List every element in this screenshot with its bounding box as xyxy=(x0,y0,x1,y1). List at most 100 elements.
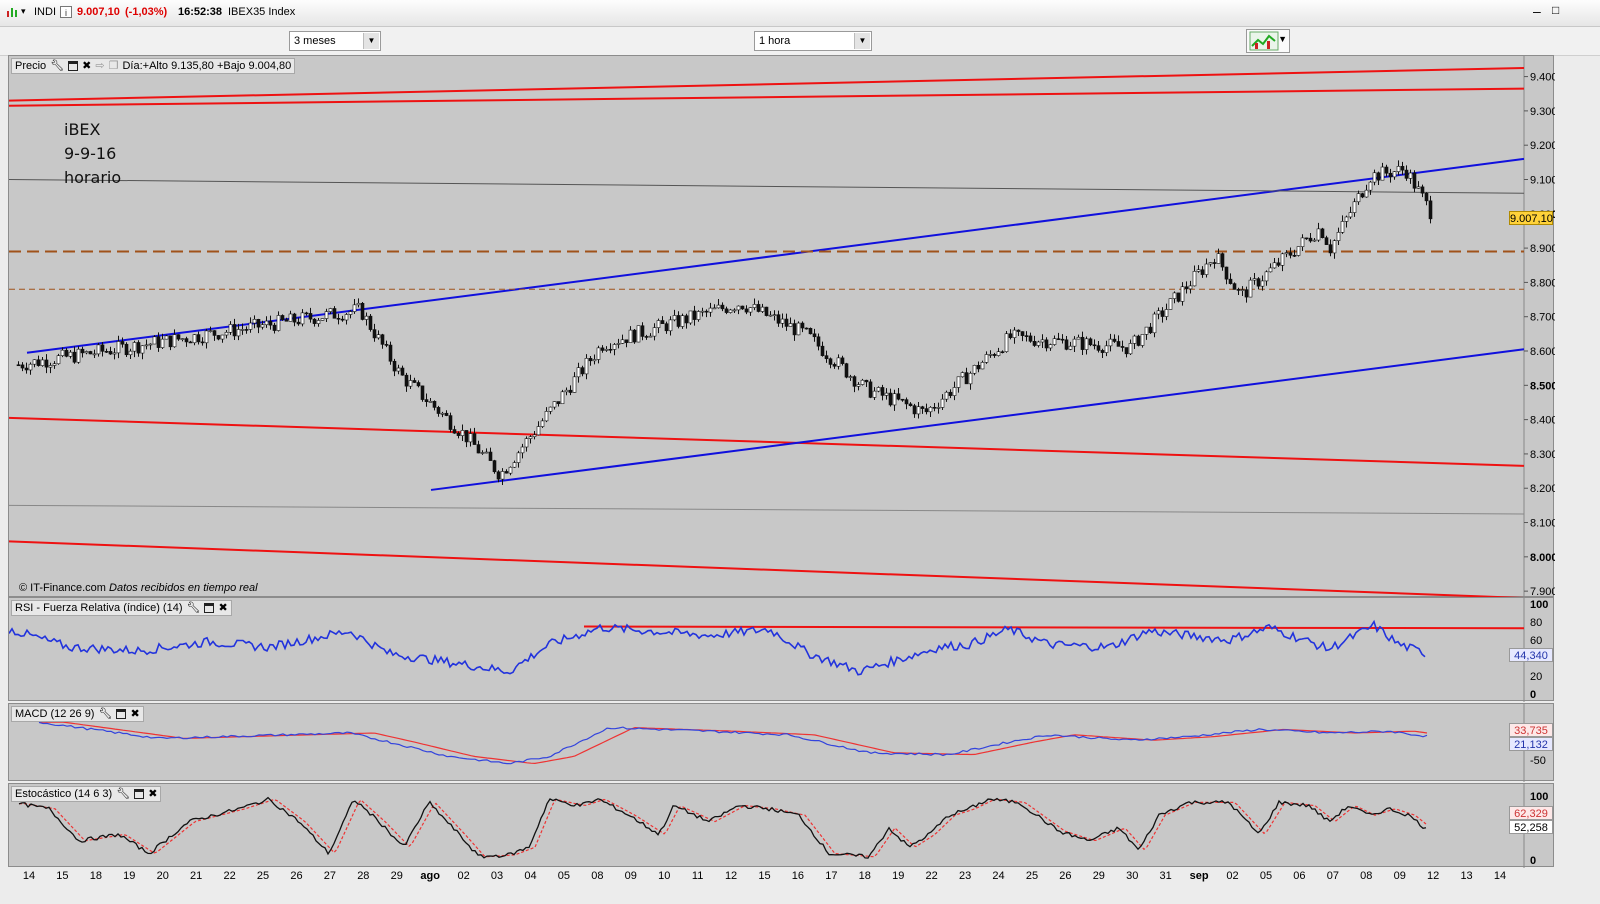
window-icon[interactable] xyxy=(68,61,79,71)
copyright-text: © IT-Finance.com xyxy=(19,582,106,594)
wrench-icon[interactable]: 🔧︎ xyxy=(187,601,201,615)
candle-body xyxy=(824,355,829,360)
wrench-icon[interactable]: 🔧︎ xyxy=(98,707,112,721)
candle-body xyxy=(968,372,973,385)
info-icon[interactable]: i xyxy=(60,6,72,18)
candle-body xyxy=(1328,244,1333,254)
candle-body xyxy=(96,344,101,355)
wrench-icon[interactable]: 🔧︎ xyxy=(50,59,64,73)
red-channel-middle xyxy=(9,416,1525,467)
candle-body xyxy=(732,309,737,312)
candle-body xyxy=(668,319,673,332)
candle-body xyxy=(1256,278,1261,287)
candle-body xyxy=(940,398,945,408)
candle-body xyxy=(428,401,433,403)
rsi-tick-label: 60 xyxy=(1530,635,1542,647)
close-icon[interactable]: ✖ xyxy=(82,59,91,73)
price-tick-label: 8.300 xyxy=(1530,449,1555,461)
candle-body xyxy=(256,318,261,328)
period-select[interactable]: 3 meses ▼ xyxy=(289,31,381,51)
candle-body xyxy=(392,360,397,372)
chevron-down-icon[interactable]: ▼ xyxy=(1278,34,1287,44)
dropdown-arrow-icon[interactable]: ▾ xyxy=(21,6,26,17)
candle-body xyxy=(672,315,677,321)
candle-body xyxy=(1220,253,1225,268)
close-icon[interactable]: ✖ xyxy=(218,601,227,615)
candle-body xyxy=(128,350,133,356)
copy-icon[interactable]: ❐ xyxy=(109,59,119,73)
x-axis-label: 15 xyxy=(758,870,771,882)
candle-body xyxy=(1284,252,1289,255)
x-axis-label: 27 xyxy=(323,870,336,882)
candle-body xyxy=(804,327,809,330)
candle-body xyxy=(688,310,693,324)
candle-body xyxy=(468,433,473,443)
stochastic-chart[interactable]: 1000 xyxy=(9,784,1555,868)
chevron-down-icon[interactable]: ▼ xyxy=(363,33,379,49)
candle-body xyxy=(432,401,437,408)
stochastic-panel[interactable]: 100 0 Estocástico (14 6 3) 🔧︎ ✖ 62,329 52… xyxy=(8,783,1555,868)
stoch-tick-label: 100 xyxy=(1530,791,1548,803)
candle-body xyxy=(564,389,569,393)
candle-body xyxy=(284,319,289,322)
candle-body xyxy=(632,329,637,343)
candle-body xyxy=(692,310,697,320)
price-tick-label: 8.200 xyxy=(1530,483,1555,495)
x-axis-label: 06 xyxy=(1293,870,1306,882)
rsi-panel[interactable]: 100806040200 RSI - Fuerza Relativa (índi… xyxy=(8,597,1555,702)
window-icon[interactable] xyxy=(134,789,145,799)
wrench-icon[interactable]: 🔧︎ xyxy=(116,787,130,801)
candle-body xyxy=(1008,333,1013,338)
toolbar: 3 meses ▼ 1 hora ▼ ▼ xyxy=(0,27,1600,56)
candle-body xyxy=(456,432,461,436)
candle-body xyxy=(608,348,613,351)
candle-body xyxy=(1420,186,1425,194)
chart-type-button[interactable]: ▼ xyxy=(1246,29,1290,53)
candle-body xyxy=(812,333,817,338)
candle-body xyxy=(600,347,605,351)
candle-body xyxy=(568,389,573,393)
rsi-chart[interactable]: 100806040200 xyxy=(9,598,1555,702)
candle-body xyxy=(864,379,869,383)
candle-body xyxy=(588,358,593,362)
interval-select[interactable]: 1 hora ▼ xyxy=(754,31,872,51)
candle-body xyxy=(1388,172,1393,178)
price-chart[interactable]: 9.4009.3009.2009.1009.0008.9008.8008.700… xyxy=(9,56,1555,598)
candle-body xyxy=(1080,336,1085,350)
candle-body xyxy=(416,382,421,387)
candle-body xyxy=(336,317,341,320)
macd-line xyxy=(38,721,1428,765)
chevron-down-icon[interactable]: ▼ xyxy=(854,33,870,49)
candle-body xyxy=(216,335,221,340)
close-icon[interactable]: ✖ xyxy=(148,787,157,801)
candle-body xyxy=(1168,298,1173,310)
candle-body xyxy=(252,318,257,324)
candle-body xyxy=(676,315,681,327)
macd-panel[interactable]: -50 MACD (12 26 9) 🔧︎ ✖ 33,735 21,132 xyxy=(8,703,1555,782)
export-icon[interactable]: ⇨ xyxy=(95,59,104,73)
close-icon[interactable]: ✖ xyxy=(130,707,139,721)
annotation-line-2: 9-9-16 xyxy=(64,144,117,163)
candle-body xyxy=(376,334,381,339)
candle-body xyxy=(780,318,785,324)
candle-body xyxy=(540,420,545,427)
candle-body xyxy=(292,313,297,323)
x-axis-label: 29 xyxy=(1092,870,1105,882)
candle-body xyxy=(28,363,33,371)
macd-chart[interactable]: -50 xyxy=(9,704,1555,782)
window-icon[interactable] xyxy=(116,709,127,719)
price-tick-label: 8.100 xyxy=(1530,518,1555,530)
price-panel[interactable]: 9.4009.3009.2009.1009.0008.9008.8008.700… xyxy=(8,55,1555,598)
candle-body xyxy=(488,451,493,461)
maximize-button[interactable]: □ xyxy=(1552,3,1559,17)
candle-body xyxy=(1156,310,1161,315)
candle-body xyxy=(856,384,861,387)
window-icon[interactable] xyxy=(204,603,215,613)
candle-body xyxy=(656,320,661,328)
annotation-line-1: iBEX xyxy=(64,120,101,139)
minimize-button[interactable]: – xyxy=(1533,3,1541,19)
candle-body xyxy=(828,358,833,365)
candle-body xyxy=(348,311,353,315)
candle-body xyxy=(1196,269,1201,272)
candle-body xyxy=(136,342,141,354)
